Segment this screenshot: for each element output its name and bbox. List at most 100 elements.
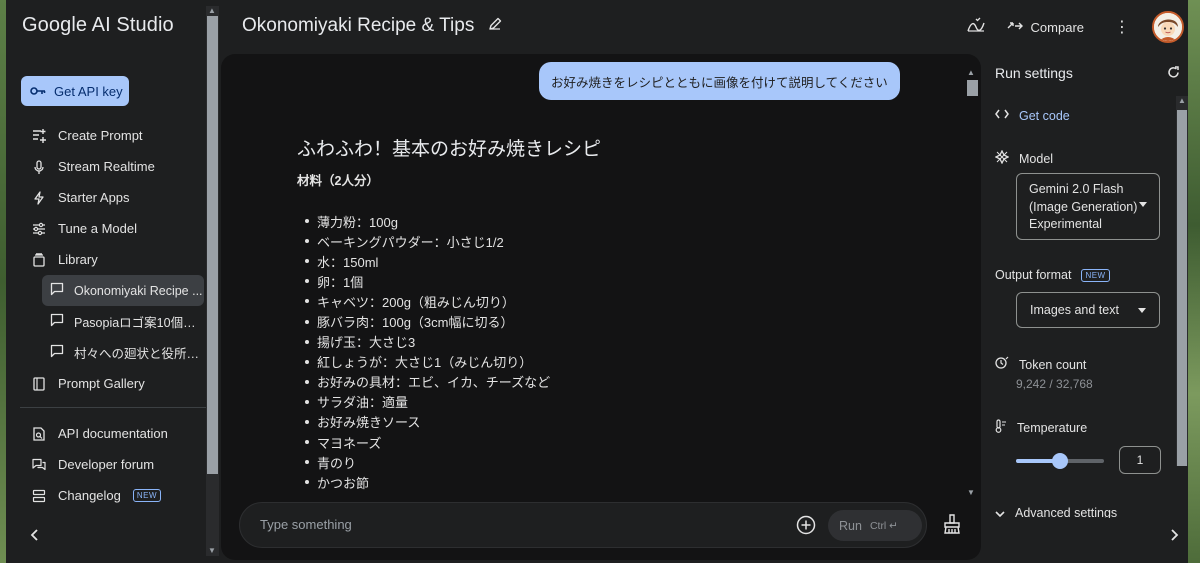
library-item-kaijo[interactable]: 村々への廻状と役所の... [42,337,204,368]
sidebar-item-developer-forum[interactable]: Developer forum [20,449,210,480]
desktop-background-right [1188,0,1200,563]
temperature-input[interactable]: 1 [1119,446,1161,474]
expand-panel-button[interactable] [1169,528,1179,546]
clear-chat-button[interactable] [943,514,961,539]
settings-scrollbar[interactable]: ▲ [1176,96,1188,466]
advanced-settings-toggle[interactable]: Advanced settings [995,506,1117,518]
chevron-down-icon [995,507,1005,518]
prompt-input-bar[interactable]: Type something Run Ctrl ↵ [239,502,927,548]
page-title: Okonomiyaki Recipe & Tips [242,15,475,36]
user-message-bubble: お好み焼きをレシピとともに画像を付けて説明してください [539,62,900,100]
model-select[interactable]: Gemini 2.0 Flash (Image Generation) Expe… [1016,173,1160,240]
dropdown-caret-icon [1139,202,1147,207]
new-badge: NEW [132,489,162,502]
list-item: 水：150ml [305,251,947,271]
sidebar-item-library[interactable]: Library [20,244,210,275]
model-value-line: (Image Generation) [1029,199,1138,214]
token-count-icon [995,356,1009,373]
sidebar-scrollbar[interactable]: ▲ ▼ [206,6,219,556]
library-icon [32,252,46,267]
sidebar-item-label: Starter Apps [58,190,130,205]
sidebar-item-tune-a-model[interactable]: Tune a Model [20,213,210,244]
sidebar-item-changelog[interactable]: Changelog NEW [20,480,210,511]
token-count-value: 9,242 / 32,768 [1016,377,1093,391]
compare-arrows-icon [1007,19,1023,36]
model-value-line: Experimental [1029,217,1102,231]
changelog-icon [32,489,46,503]
get-api-key-button[interactable]: Get API key [21,76,129,106]
key-icon [30,84,46,99]
code-icon [995,108,1009,123]
model-section-header: Model [994,149,1054,167]
token-count-label: Token count [1019,357,1087,372]
run-shortcut: Ctrl ↵ [869,519,898,532]
scroll-down-arrow-icon[interactable]: ▼ [208,546,216,555]
chevron-left-icon [30,529,38,541]
get-code-button[interactable]: Get code [995,108,1070,123]
sidebar-scroll-thumb[interactable] [207,16,218,474]
list-item: 薄力粉：100g [305,211,947,231]
bolt-icon [32,190,46,205]
more-options-icon[interactable]: ⋮ [1114,17,1130,37]
compare-mode-icon[interactable] [966,17,985,38]
sidebar-item-label: Changelog [58,488,121,503]
advanced-settings-label: Advanced settings [1015,506,1118,518]
add-media-button[interactable] [796,515,816,540]
brand-logo[interactable]: Google AI Studio [22,14,174,37]
edit-title-button[interactable] [488,17,502,36]
list-item: 紅しょうが：大さじ1（みじん切り） [305,352,947,372]
scroll-down-arrow-icon[interactable]: ▼ [967,488,975,497]
avatar[interactable] [1152,11,1184,43]
output-format-select[interactable]: Images and text [1016,292,1160,328]
chat-bubble-icon [50,313,64,330]
pencil-icon [489,17,502,30]
sidebar-item-label: Prompt Gallery [58,376,145,391]
temperature-slider[interactable] [1016,453,1104,469]
ingredient-list: 薄力粉：100g ベーキングパウダー：小さじ1/2 水：150ml 卵：1個 キ… [297,211,947,492]
model-response: ふわふわ！基本のお好み焼きレシピ 材料（2人分） 薄力粉：100g ベーキングパ… [297,134,947,492]
broom-icon [944,514,960,534]
thermometer-icon [995,419,1007,436]
sidebar-item-label: Library [58,252,98,267]
chat-scrollbar[interactable]: ▲ ▼ [966,68,978,497]
list-item: かつお節 [305,472,947,492]
chat-scroll-thumb[interactable] [967,80,978,96]
mic-icon [32,159,46,174]
reset-settings-button[interactable] [1167,66,1180,84]
sidebar-item-prompt-gallery[interactable]: Prompt Gallery [20,368,210,399]
collapse-sidebar-button[interactable] [30,528,40,546]
settings-scroll-thumb[interactable] [1177,110,1187,466]
response-heading: ふわふわ！基本のお好み焼きレシピ [297,139,602,160]
model-icon [994,149,1010,167]
sidebar-item-api-documentation[interactable]: API documentation [20,418,210,449]
sidebar: Google AI Studio Get API key Create Prom… [6,0,220,563]
run-button[interactable]: Run Ctrl ↵ [828,510,922,541]
sidebar-item-label: Create Prompt [58,128,143,143]
chat-bubble-icon [50,344,64,361]
list-item: 青のり [305,452,947,472]
get-code-label: Get code [1019,108,1070,123]
list-item: お好み焼きソース [305,412,947,432]
sidebar-divider [20,407,208,408]
library-item-okonomiyaki[interactable]: Okonomiyaki Recipe ... [42,275,204,306]
run-label: Run [839,518,862,533]
scroll-up-arrow-icon[interactable]: ▲ [967,68,975,77]
list-item: 卵：1個 [305,271,947,291]
output-format-header: Output format NEW [995,268,1110,282]
sidebar-item-stream-realtime[interactable]: Stream Realtime [20,151,210,182]
scroll-up-arrow-icon[interactable]: ▲ [1178,96,1186,105]
sidebar-item-create-prompt[interactable]: Create Prompt [20,120,210,151]
scroll-up-arrow-icon[interactable]: ▲ [208,6,216,15]
temperature-slider-handle[interactable] [1052,453,1068,469]
library-item-label: Okonomiyaki Recipe ... [74,283,203,298]
output-format-value: Images and text [1030,303,1119,317]
library-item-label: 村々への廻状と役所の... [74,347,204,361]
chat-bubble-icon [50,282,64,299]
list-item: 豚バラ肉：100g（3cm幅に切る） [305,311,947,331]
sidebar-item-label: Developer forum [58,457,155,472]
compare-button[interactable]: Compare [1007,19,1084,36]
model-label: Model [1019,151,1054,166]
sidebar-item-starter-apps[interactable]: Starter Apps [20,182,210,213]
prompt-input[interactable]: Type something [260,517,352,532]
library-item-pasopia[interactable]: Pasopiaロゴ案10個提案 [42,306,204,337]
